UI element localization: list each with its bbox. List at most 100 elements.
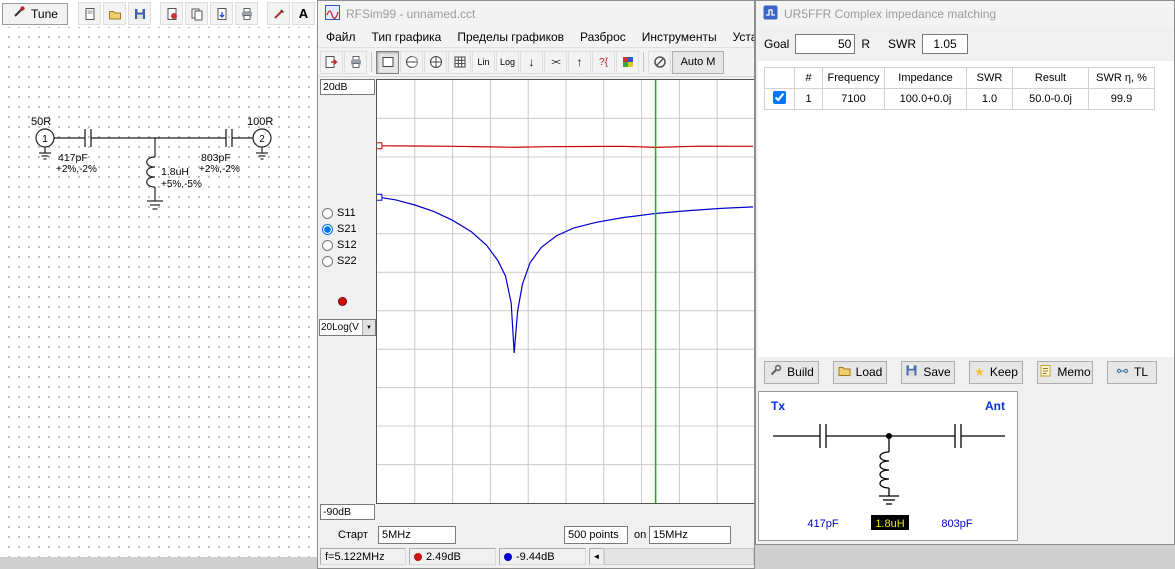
menu-graph-limits[interactable]: Пределы графиков bbox=[449, 27, 572, 47]
draw-wire-icon[interactable] bbox=[267, 2, 290, 25]
save-button-label: Save bbox=[923, 365, 950, 379]
build-button[interactable]: Build bbox=[764, 361, 819, 384]
up-arrow-glyph: ↑ bbox=[577, 55, 583, 69]
menu-tolerance[interactable]: Разброс bbox=[572, 27, 634, 47]
schematic-editor[interactable]: Tune A 1 50R 417pF +2%,-2% bbox=[0, 0, 317, 557]
smith-chart-icon[interactable] bbox=[400, 51, 423, 74]
menu-tools[interactable]: Инструменты bbox=[634, 27, 725, 47]
memo-button-label: Memo bbox=[1057, 365, 1090, 379]
export-icon[interactable] bbox=[320, 51, 343, 74]
stop-freq-input[interactable] bbox=[649, 526, 731, 544]
wrench-icon bbox=[769, 364, 782, 380]
cap1-tol-label: +2%,-2% bbox=[56, 164, 97, 175]
sparam-graph[interactable] bbox=[376, 79, 755, 504]
rect-plot-icon[interactable] bbox=[376, 51, 399, 74]
inductor-1-8uh[interactable]: 1.8uH +5%,-5% bbox=[147, 138, 202, 209]
matching-window-title: UR5FFR Complex impedance matching bbox=[784, 7, 996, 21]
result-column-header: Result bbox=[1013, 68, 1089, 89]
swr-input[interactable] bbox=[922, 34, 968, 54]
lin-scale-button[interactable]: Lin bbox=[472, 51, 495, 74]
matching-window: UR5FFR Complex impedance matching Goal R… bbox=[755, 0, 1175, 545]
trace-select-group: S11 S21 S12 S22 bbox=[322, 205, 357, 269]
s22-radio[interactable] bbox=[322, 256, 333, 267]
diagram-c1-label[interactable]: 417pF bbox=[807, 518, 838, 530]
menu-file[interactable]: Файл bbox=[318, 27, 364, 47]
s11-radio[interactable] bbox=[322, 208, 333, 219]
format-dropdown[interactable]: 20Log(V ▼ bbox=[319, 319, 376, 336]
goal-input[interactable] bbox=[795, 34, 855, 54]
results-header-row: # Frequency Impedance SWR Result SWR η, … bbox=[765, 68, 1155, 89]
paste-icon[interactable] bbox=[210, 2, 233, 25]
diagram-l1-label[interactable]: 1.8uH bbox=[875, 518, 904, 530]
schematic-circuit[interactable]: 1 50R 417pF +2%,-2% 1.8uH +5%,-5% 803pF … bbox=[0, 100, 317, 235]
diagram-c2-label[interactable]: 803pF bbox=[941, 518, 972, 530]
rfsim-titlebar[interactable]: RFSim99 - unnamed.cct bbox=[318, 1, 754, 27]
polar-plot-icon[interactable] bbox=[424, 51, 447, 74]
trace-color-indicator[interactable] bbox=[338, 297, 347, 306]
status-red-trace: 2.49dB bbox=[409, 548, 496, 565]
trace-option-s11[interactable]: S11 bbox=[322, 205, 357, 221]
trace-option-s22[interactable]: S22 bbox=[322, 253, 357, 269]
menu-graph-type[interactable]: Тип графика bbox=[364, 27, 450, 47]
text-label-icon[interactable]: A bbox=[292, 2, 315, 25]
save-icon[interactable] bbox=[128, 2, 151, 25]
shift-up-icon[interactable]: ↑ bbox=[568, 51, 591, 74]
marker-left-button[interactable]: ◄ bbox=[589, 548, 604, 565]
marker-query-icon[interactable]: ?{ bbox=[592, 51, 615, 74]
new-document-icon[interactable] bbox=[78, 2, 101, 25]
matching-titlebar[interactable]: UR5FFR Complex impedance matching bbox=[756, 1, 1174, 27]
trace-colors-icon[interactable] bbox=[616, 51, 639, 74]
shift-down-icon[interactable]: ↓ bbox=[520, 51, 543, 74]
load-button[interactable]: Load bbox=[833, 361, 887, 384]
rfsim-toolbar: Lin Log ↓ >< ↑ ?{ Auto M bbox=[318, 48, 754, 77]
diagram-capacitor-2[interactable] bbox=[955, 424, 961, 448]
goal-row: Goal R SWR bbox=[756, 27, 1174, 61]
port-1[interactable]: 1 50R bbox=[31, 116, 54, 159]
tune-button[interactable]: Tune bbox=[2, 3, 68, 25]
chevron-down-icon[interactable]: ▼ bbox=[362, 320, 375, 335]
format-dropdown-value: 20Log(V bbox=[320, 320, 362, 335]
tune-button-label: Tune bbox=[31, 7, 58, 21]
keep-button[interactable]: ★ Keep bbox=[969, 361, 1023, 384]
start-freq-input[interactable] bbox=[378, 526, 456, 544]
open-folder-icon[interactable] bbox=[103, 2, 126, 25]
disable-icon[interactable] bbox=[648, 51, 671, 74]
ind-value-label: 1.8uH bbox=[161, 166, 189, 178]
auto-max-button[interactable]: Auto M bbox=[672, 51, 724, 74]
rfsim-plot-window: RFSim99 - unnamed.cct Файл Тип графика П… bbox=[317, 0, 755, 569]
fit-scale-icon[interactable]: >< bbox=[544, 51, 567, 74]
diagram-inductor[interactable] bbox=[879, 436, 899, 504]
memo-button[interactable]: Memo bbox=[1037, 361, 1093, 384]
capacitor-417pf[interactable]: 417pF +2%,-2% bbox=[56, 129, 97, 175]
stamp-icon[interactable] bbox=[160, 2, 183, 25]
table-view-icon[interactable] bbox=[448, 51, 471, 74]
transmission-line-icon bbox=[1116, 364, 1129, 380]
print-icon[interactable] bbox=[235, 2, 258, 25]
goal-unit-label: R bbox=[861, 37, 870, 51]
s11-label: S11 bbox=[337, 207, 356, 219]
toolbar-separator bbox=[643, 52, 644, 72]
diagram-capacitor-1[interactable] bbox=[820, 424, 826, 448]
capacitor-803pf[interactable]: 803pF +2%,-2% bbox=[199, 129, 240, 175]
save-match-button[interactable]: Save bbox=[901, 361, 955, 384]
s12-radio[interactable] bbox=[322, 240, 333, 251]
frequency-column-header: Frequency bbox=[823, 68, 885, 89]
row-select-cell bbox=[765, 89, 795, 110]
trace-option-s21[interactable]: S21 bbox=[322, 221, 357, 237]
fit-glyph: >< bbox=[551, 57, 560, 67]
row-checkbox[interactable] bbox=[773, 91, 786, 104]
copy-icon[interactable] bbox=[185, 2, 208, 25]
trace-option-s12[interactable]: S12 bbox=[322, 237, 357, 253]
swr-label: SWR bbox=[888, 37, 916, 51]
impedance-column-header: Impedance bbox=[885, 68, 967, 89]
auto-max-label: Auto M bbox=[681, 56, 716, 68]
print-plot-icon[interactable] bbox=[344, 51, 367, 74]
points-input[interactable] bbox=[564, 526, 628, 544]
table-row[interactable]: 1 7100 100.0+0.0j 1.0 50.0-0.0j 99.9 bbox=[765, 89, 1155, 110]
menu-settings[interactable]: Устан bbox=[725, 27, 755, 47]
tl-button[interactable]: TL bbox=[1107, 361, 1157, 384]
s21-radio[interactable] bbox=[322, 224, 333, 235]
log-scale-button[interactable]: Log bbox=[496, 51, 519, 74]
results-panel: # Frequency Impedance SWR Result SWR η, … bbox=[758, 61, 1174, 357]
marker-scroll-track[interactable] bbox=[604, 548, 754, 565]
